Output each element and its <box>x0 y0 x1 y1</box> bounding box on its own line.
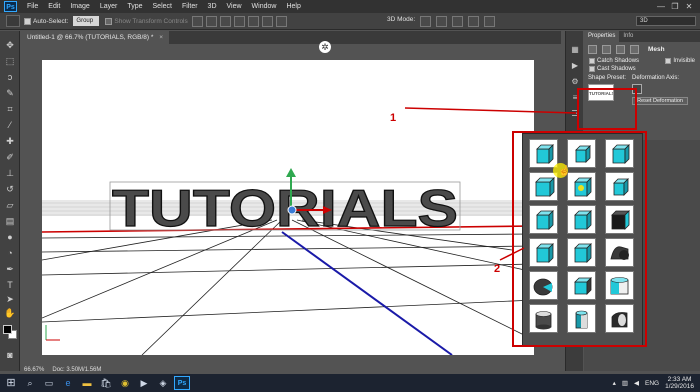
search-icon[interactable]: ⌕ <box>22 376 38 390</box>
clock-date: 1/29/2016 <box>665 383 694 390</box>
hand-cursor-icon: ☝ <box>558 166 571 177</box>
foreground-color-swatch[interactable] <box>3 325 12 334</box>
annotation-number-2: 2 <box>494 263 501 275</box>
notification-icon[interactable]: ▴ <box>613 379 616 387</box>
photoshop-taskbar-icon[interactable]: Ps <box>174 376 190 390</box>
edge-browser-icon[interactable]: e <box>60 376 76 390</box>
app-icon[interactable]: ◈ <box>155 376 171 390</box>
media-player-icon[interactable]: ▶ <box>136 376 152 390</box>
annotation-number-1: 1 <box>390 112 397 124</box>
chrome-icon[interactable]: ◉ <box>117 376 133 390</box>
volume-icon[interactable]: ◀ <box>634 379 639 387</box>
store-icon[interactable]: 🛍 <box>98 376 114 390</box>
task-view-icon[interactable]: ▭ <box>41 376 57 390</box>
annotation-arrows <box>404 107 577 261</box>
photoshop-window: Ps File Edit Image Layer Type Select Fil… <box>0 0 700 392</box>
file-explorer-icon[interactable]: ▬ <box>79 376 95 390</box>
start-button-icon[interactable]: ⊞ <box>3 376 19 390</box>
network-icon[interactable]: ▥ <box>622 379 628 387</box>
clock-time: 2:33 AM <box>667 376 692 383</box>
system-tray: ▴ ▥ ◀ ENG 2:33 AM 1/29/2016 <box>613 374 694 392</box>
language-indicator[interactable]: ENG <box>645 380 659 387</box>
windows-taskbar: ⊞ ⌕ ▭ e ▬ 🛍 ◉ ▶ ◈ Ps ▴ ▥ ◀ ENG 2:33 AM 1… <box>0 374 700 392</box>
clock[interactable]: 2:33 AM 1/29/2016 <box>665 376 694 390</box>
